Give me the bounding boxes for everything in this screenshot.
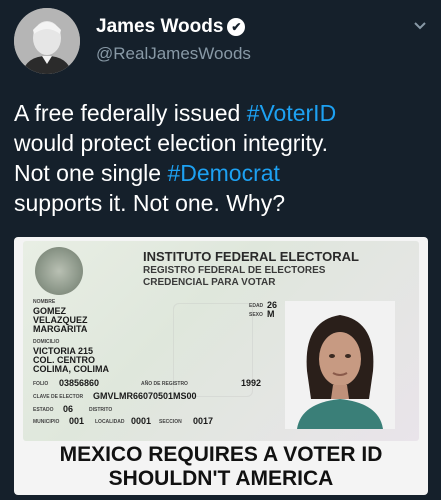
- label-clave: CLAVE DE ELECTOR: [33, 394, 84, 400]
- voter-id-card: INSTITUTO FEDERAL ELECTORAL REGISTRO FED…: [23, 241, 419, 441]
- author-handle[interactable]: @RealJamesWoods: [96, 44, 251, 64]
- verified-badge-icon: ✔: [227, 18, 246, 36]
- tweet-text-line: A free federally issued #VoterID: [14, 98, 428, 128]
- card-title: INSTITUTO FEDERAL ELECTORAL: [143, 249, 359, 264]
- folio-value: 03856860: [59, 378, 100, 388]
- tweet-text-line: would protect election integrity.: [14, 128, 428, 158]
- address-line: COLIMA, COLIMA: [33, 364, 109, 374]
- card-subtitle: REGISTRO FEDERAL DE ELECTORES: [143, 265, 326, 276]
- tweet-text-line: Not one single #Democrat: [14, 158, 428, 188]
- tweet-text-span: Not one single: [14, 160, 168, 186]
- label-seccion: SECCION: [159, 419, 182, 425]
- label-domicilio: DOMICILIO: [33, 339, 60, 345]
- id-photo: [285, 301, 395, 429]
- chevron-down-icon[interactable]: [413, 18, 427, 34]
- card-subtitle: CREDENCIAL PARA VOTAR: [143, 277, 276, 288]
- tweet-text-span: would protect election integrity.: [14, 130, 329, 156]
- author-name[interactable]: James Woods ✔: [96, 16, 246, 38]
- label-estado: ESTADO: [33, 407, 54, 413]
- hashtag-link-voterid[interactable]: #VoterID: [247, 100, 337, 126]
- label-nombre: NOMBRE: [33, 299, 56, 305]
- mexico-seal-icon: [35, 247, 83, 295]
- name-line: MARGARITA: [33, 324, 88, 334]
- tweet-media-image[interactable]: INSTITUTO FEDERAL ELECTORAL REGISTRO FED…: [14, 237, 428, 495]
- clave-value: GMVLMR66070501MS00: [93, 391, 197, 401]
- label-municipio: MUNICIPIO: [33, 419, 60, 425]
- label-anio-registro: AÑO DE REGISTRO: [141, 381, 188, 387]
- tweet-text-line: supports it. Not one. Why?: [14, 188, 428, 218]
- caption-line: SHOULDN'T AMERICA: [108, 467, 334, 490]
- caption-line: MEXICO REQUIRES A VOTER ID: [59, 443, 383, 466]
- avatar[interactable]: [14, 8, 80, 74]
- tweet-text-span: supports it. Not one. Why?: [14, 190, 286, 216]
- author-name-text[interactable]: James Woods: [96, 16, 223, 37]
- label-distrito: DISTRITO: [89, 407, 113, 413]
- localidad-value: 0001: [131, 416, 152, 426]
- tweet: James Woods ✔ @RealJamesWoods A free fede…: [0, 0, 441, 500]
- label-folio: FOLIO: [33, 381, 49, 387]
- estado-value: 06: [63, 404, 74, 414]
- sexo-value: M: [267, 309, 275, 319]
- caption: MEXICO REQUIRES A VOTER ID SHOULDN'T AME…: [14, 443, 428, 491]
- tweet-text: A free federally issued #VoterID would p…: [14, 98, 428, 218]
- hashtag-link-democrat[interactable]: #Democrat: [167, 160, 279, 186]
- municipio-value: 001: [69, 416, 85, 426]
- avatar-photo: [14, 8, 80, 74]
- tweet-text-span: A free federally issued: [14, 100, 247, 126]
- label-localidad: LOCALIDAD: [95, 419, 125, 425]
- seccion-value: 0017: [193, 416, 214, 426]
- anio-registro-value: 1992: [241, 378, 262, 388]
